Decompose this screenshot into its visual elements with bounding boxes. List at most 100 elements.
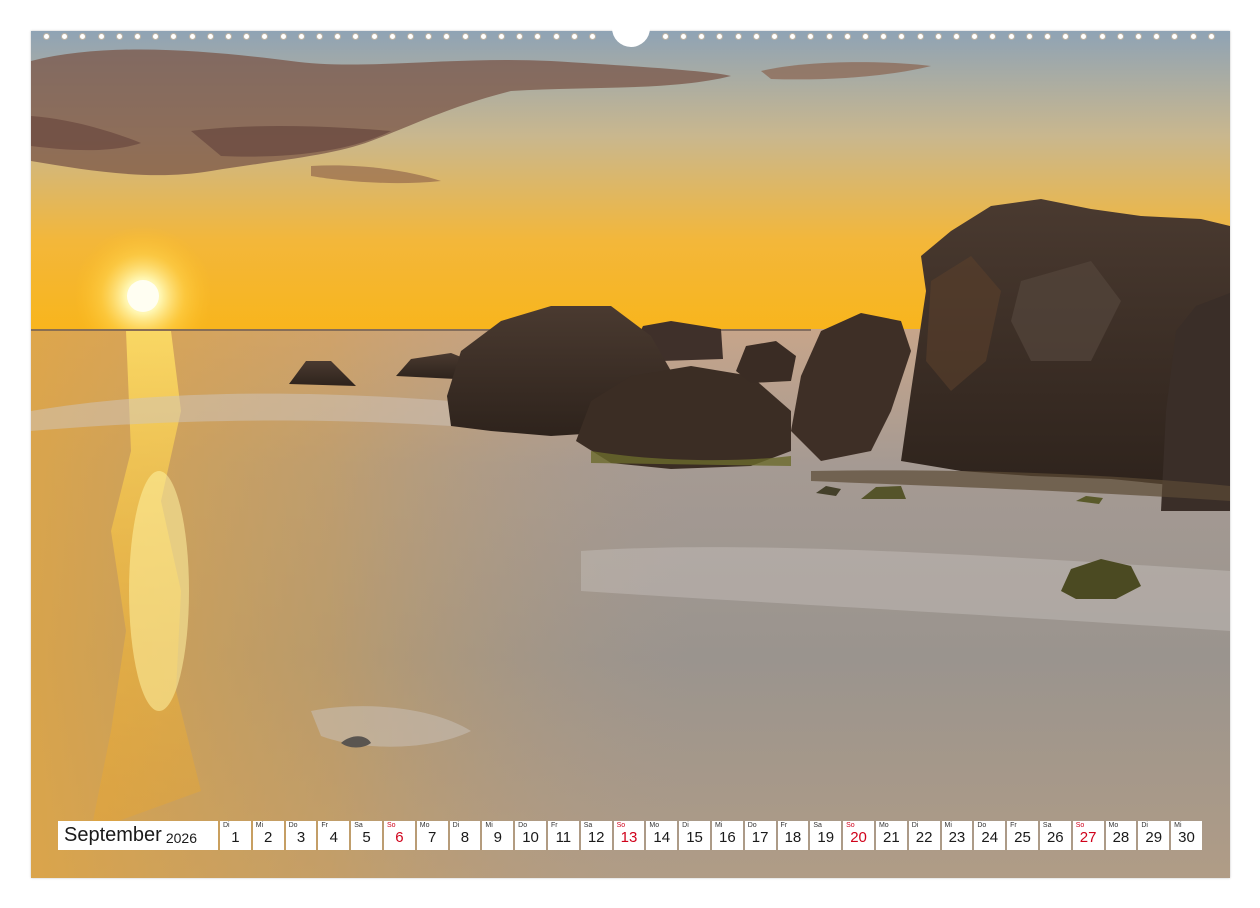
day-number: 29 — [1145, 829, 1163, 846]
day-cells: Di 1 Mi 2 Do 3 Fr 4 Sa 5 So 6 Mo 7 Di 8 Mi 9 Do 10 Fr 11 Sa 12 S… — [220, 821, 1204, 850]
binding-hole — [716, 33, 724, 40]
day-number: 21 — [882, 829, 900, 846]
day-abbr: Mi — [485, 822, 493, 829]
month-name: September — [64, 824, 162, 846]
day-abbr: Mi — [714, 822, 723, 829]
spiral-binding — [31, 28, 1230, 47]
day-number: 2 — [264, 829, 273, 846]
binding-hole — [752, 33, 760, 40]
day-number: 12 — [587, 829, 605, 846]
binding-hole — [1080, 33, 1088, 40]
binding-hole — [953, 33, 960, 40]
day-cell: Do 10 — [515, 821, 546, 850]
binding-hole — [425, 33, 433, 40]
day-cell: Sa 12 — [580, 821, 612, 850]
day-abbr: So — [386, 822, 396, 829]
binding-hole — [1153, 33, 1161, 40]
binding-hole — [734, 33, 742, 40]
binding-hole — [297, 33, 305, 40]
day-abbr: Di — [223, 822, 230, 829]
binding-hole — [971, 33, 979, 40]
day-cell: Mi 23 — [941, 821, 973, 850]
day-cell: So 20 — [843, 821, 874, 850]
day-abbr: Di — [911, 822, 919, 829]
day-cell: Di 22 — [908, 821, 940, 850]
binding-hole — [989, 33, 997, 40]
day-abbr: Sa — [583, 822, 593, 829]
binding-hole — [1116, 33, 1124, 40]
day-abbr: Mi — [944, 822, 952, 829]
sunset-beach-photo — [31, 31, 1230, 878]
day-cell: Sa 19 — [810, 821, 842, 850]
binding-hole — [352, 33, 360, 40]
day-cell: Di 8 — [449, 821, 481, 850]
day-abbr: Di — [452, 822, 460, 829]
day-cell: Sa 5 — [351, 821, 382, 850]
binding-hole — [370, 33, 378, 40]
day-cell: Mo 14 — [646, 821, 678, 850]
day-number: 26 — [1046, 829, 1064, 846]
day-number: 18 — [784, 829, 802, 846]
day-cell: Di 29 — [1138, 821, 1170, 850]
binding-hole — [388, 33, 396, 40]
day-number: 1 — [231, 829, 240, 846]
binding-hole — [407, 33, 414, 40]
binding-hole — [825, 33, 833, 40]
binding-hole — [498, 33, 505, 40]
day-abbr: So — [1075, 822, 1085, 829]
day-cell: Mi 9 — [482, 821, 514, 850]
binding-hole — [316, 33, 323, 40]
binding-hole — [206, 33, 214, 40]
binding-hole — [698, 33, 706, 40]
binding-hole — [1171, 33, 1179, 40]
binding-hole — [843, 33, 851, 40]
year-label: 2026 — [165, 829, 197, 846]
day-abbr: Sa — [354, 822, 363, 829]
day-number: 24 — [981, 829, 999, 846]
binding-hole — [1189, 33, 1197, 40]
binding-hole — [243, 33, 251, 40]
day-abbr: Mo — [649, 822, 660, 829]
day-cell: So 6 — [383, 821, 415, 850]
calendar-photo — [31, 31, 1230, 878]
day-number: 25 — [1014, 829, 1031, 846]
binding-hole — [61, 33, 69, 40]
binding-hole — [225, 33, 232, 40]
day-cell: Sa 26 — [1039, 821, 1071, 850]
day-cell: Fr 11 — [547, 821, 579, 850]
day-cell: So 13 — [613, 821, 645, 850]
day-number: 15 — [686, 829, 703, 846]
day-number: 5 — [362, 829, 371, 846]
day-number: 16 — [719, 829, 736, 846]
binding-hole — [43, 33, 50, 40]
binding-hole — [552, 33, 560, 40]
binding-hole — [334, 33, 342, 40]
day-cell: Mo 28 — [1105, 821, 1137, 850]
binding-hole — [279, 33, 287, 40]
day-number: 4 — [329, 829, 338, 846]
day-cell: So 27 — [1072, 821, 1104, 850]
day-abbr: Di — [1141, 822, 1148, 829]
binding-hole — [807, 33, 815, 40]
binding-hole — [152, 33, 160, 40]
binding-hole — [1007, 33, 1015, 40]
day-cell: Do 3 — [285, 821, 317, 850]
day-cell: Do 24 — [974, 821, 1006, 850]
day-cell: Fr 18 — [777, 821, 809, 850]
day-cell: Mo 7 — [416, 821, 448, 850]
binding-hole — [1062, 33, 1070, 40]
binding-hole — [789, 33, 797, 40]
day-number: 28 — [1112, 829, 1130, 846]
binding-hole — [898, 33, 906, 40]
binding-hole — [170, 33, 178, 40]
day-number: 14 — [653, 829, 671, 846]
binding-hole — [880, 33, 888, 40]
binding-hole — [534, 33, 542, 40]
day-abbr: Do — [977, 822, 987, 829]
binding-hole — [771, 33, 778, 40]
day-cell: Fr 25 — [1007, 821, 1038, 850]
day-number: 17 — [751, 829, 769, 846]
day-abbr: Do — [288, 822, 298, 829]
binding-hole — [516, 33, 524, 40]
day-number: 9 — [493, 829, 502, 846]
